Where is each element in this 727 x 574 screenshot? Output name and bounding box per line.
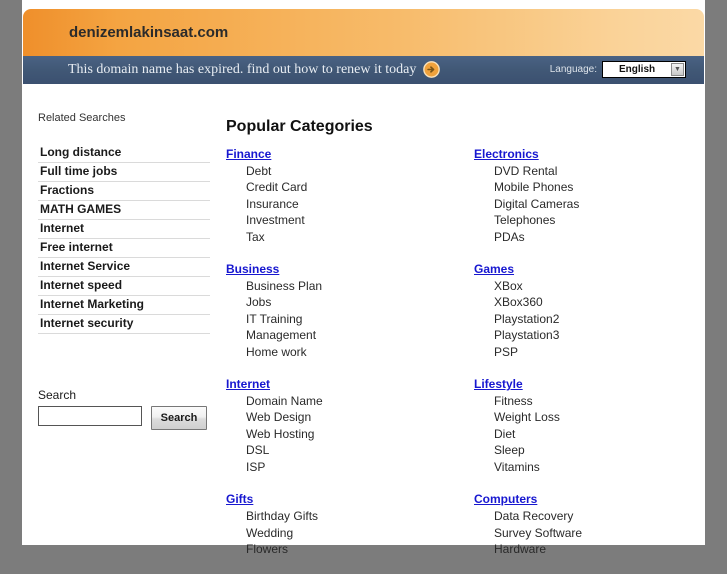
category-title-link[interactable]: Electronics	[474, 147, 539, 161]
category-group: Lifestyle Fitness Weight Loss Diet Sleep Vita…	[474, 377, 686, 475]
popular-categories-heading: Popular Categories	[226, 118, 373, 135]
related-searches-heading: Related Searches	[38, 112, 126, 124]
category-title-link[interactable]: Lifestyle	[474, 377, 523, 391]
chevron-down-icon: ▼	[671, 63, 684, 76]
category-item-link[interactable]: Jobs	[226, 294, 456, 310]
related-search-item[interactable]: Full time jobs	[38, 163, 210, 182]
category-item-link[interactable]: Web Hosting	[226, 426, 456, 442]
category-item-link[interactable]: Credit Card	[226, 179, 456, 195]
category-item-link[interactable]: Business Plan	[226, 278, 456, 294]
category-group: Finance Debt Credit Card Insurance Investmen…	[226, 147, 456, 245]
category-item-link[interactable]: Insurance	[226, 196, 456, 212]
category-item-link[interactable]: Weight Loss	[474, 409, 686, 425]
category-column: Finance Debt Credit Card Insurance Investmen…	[226, 147, 456, 574]
category-item-link[interactable]: Debt	[226, 163, 456, 179]
category-title-link[interactable]: Internet	[226, 377, 270, 391]
expiry-notice-text: This domain name has expired. find out h…	[68, 62, 417, 77]
category-item-link[interactable]: PSP	[474, 344, 686, 360]
category-item-link[interactable]: Web Design	[226, 409, 456, 425]
category-title-link[interactable]: Gifts	[226, 492, 253, 506]
category-item-link[interactable]: IT Training	[226, 311, 456, 327]
expiry-notice-bar: This domain name has expired. find out h…	[22, 56, 705, 85]
category-item-link[interactable]: XBox	[474, 278, 686, 294]
circle-arrow-right-icon[interactable]	[423, 61, 440, 78]
category-group: Internet Domain Name Web Design Web Hosting…	[226, 377, 456, 475]
category-item-link[interactable]: Domain Name	[226, 393, 456, 409]
language-select[interactable]: English ▼	[602, 61, 686, 78]
popular-categories-panel: Popular Categories Finance Debt Credit Car…	[226, 118, 686, 574]
site-header: denizemlakinsaat.com	[22, 8, 705, 56]
related-searches-panel: Related Searches Long distance Full time …	[38, 112, 210, 334]
search-input[interactable]	[38, 406, 142, 426]
category-item-link[interactable]: Wedding	[226, 525, 456, 541]
category-item-link[interactable]: Playstation2	[474, 311, 686, 327]
related-search-item[interactable]: Free internet	[38, 239, 210, 258]
related-search-item[interactable]: Fractions	[38, 182, 210, 201]
category-item-link[interactable]: Diet	[474, 426, 686, 442]
related-search-item[interactable]: Internet	[38, 220, 210, 239]
search-row: Search	[38, 406, 218, 430]
category-item-link[interactable]: PDAs	[474, 229, 686, 245]
category-item-link[interactable]: DSL	[226, 442, 456, 458]
related-search-item[interactable]: Internet speed	[38, 277, 210, 296]
related-searches-list: Long distance Full time jobs Fractions MATH…	[38, 144, 210, 334]
category-item-link[interactable]: DVD Rental	[474, 163, 686, 179]
category-item-link[interactable]: Vitamins	[474, 459, 686, 475]
related-search-item[interactable]: Internet Service	[38, 258, 210, 277]
category-item-link[interactable]: Management	[226, 327, 456, 343]
related-search-item[interactable]: Internet Marketing	[38, 296, 210, 315]
category-item-link[interactable]: Hardware	[474, 541, 686, 557]
category-item-link[interactable]: Digital Cameras	[474, 196, 686, 212]
related-search-item[interactable]: Long distance	[38, 144, 210, 163]
category-title-link[interactable]: Games	[474, 262, 514, 276]
category-group: Gifts Birthday Gifts Wedding Flowers	[226, 492, 456, 557]
search-panel: Search Search	[38, 388, 218, 430]
category-item-link[interactable]: Investment	[226, 212, 456, 228]
category-item-link[interactable]: Data Recovery	[474, 508, 686, 524]
language-select-value: English	[619, 64, 656, 75]
category-title-link[interactable]: Business	[226, 262, 279, 276]
category-item-link[interactable]: ISP	[226, 459, 456, 475]
language-label: Language:	[549, 64, 597, 75]
related-search-item[interactable]: MATH GAMES	[38, 201, 210, 220]
search-label: Search	[38, 388, 77, 402]
page-title: denizemlakinsaat.com	[69, 24, 229, 41]
category-title-link[interactable]: Computers	[474, 492, 537, 506]
category-item-link[interactable]: Survey Software	[474, 525, 686, 541]
category-column: Electronics DVD Rental Mobile Phones Digita…	[456, 147, 686, 574]
category-item-link[interactable]: Sleep	[474, 442, 686, 458]
category-item-link[interactable]: Fitness	[474, 393, 686, 409]
category-group: Games XBox XBox360 Playstation2 Playstation3…	[474, 262, 686, 360]
category-item-link[interactable]: Home work	[226, 344, 456, 360]
category-item-link[interactable]: Telephones	[474, 212, 686, 228]
category-item-link[interactable]: Birthday Gifts	[226, 508, 456, 524]
category-item-link[interactable]: Flowers	[226, 541, 456, 557]
category-title-link[interactable]: Finance	[226, 147, 271, 161]
related-search-item[interactable]: Internet security	[38, 315, 210, 334]
category-item-link[interactable]: Tax	[226, 229, 456, 245]
category-group: Electronics DVD Rental Mobile Phones Digita…	[474, 147, 686, 245]
search-button[interactable]: Search	[151, 406, 207, 430]
category-group: Business Business Plan Jobs IT Training Mana…	[226, 262, 456, 360]
category-item-link[interactable]: XBox360	[474, 294, 686, 310]
language-selector-group: Language: English ▼	[550, 61, 686, 78]
category-item-link[interactable]: Playstation3	[474, 327, 686, 343]
category-group: Computers Data Recovery Survey Software Har…	[474, 492, 686, 557]
page-root: denizemlakinsaat.com This domain name ha…	[0, 0, 727, 556]
category-item-link[interactable]: Mobile Phones	[474, 179, 686, 195]
category-columns: Finance Debt Credit Card Insurance Investmen…	[226, 147, 686, 574]
